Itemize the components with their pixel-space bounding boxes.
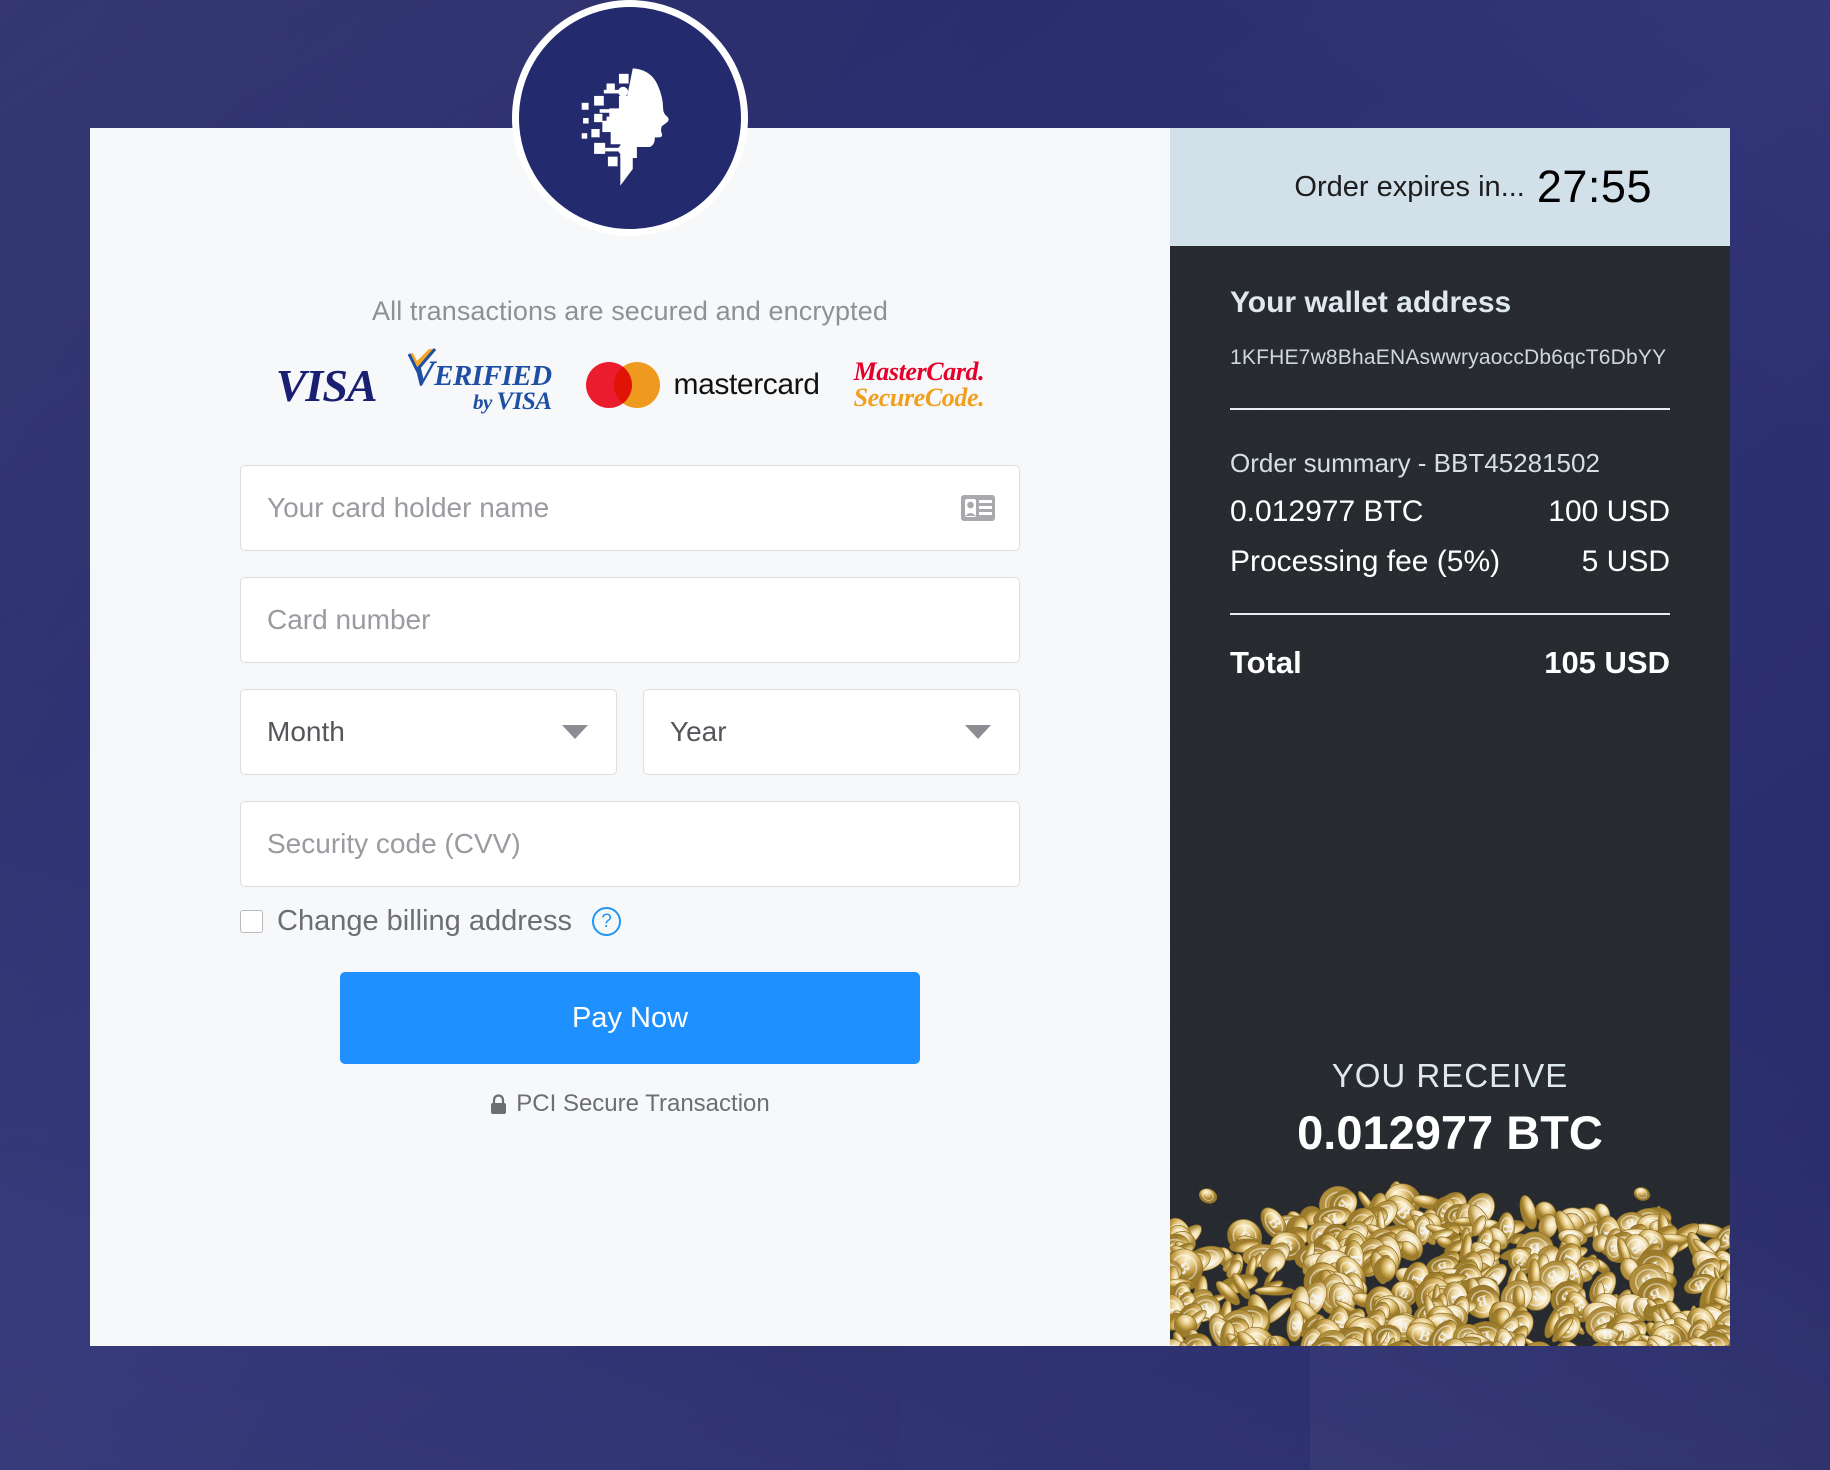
security-code-placeholder: Security code (CVV) — [267, 828, 521, 859]
mastercard-circles-icon — [585, 362, 660, 408]
order-total-label: Total — [1230, 645, 1302, 680]
pay-now-button[interactable]: Pay Now — [340, 972, 920, 1064]
digital-face-profile-icon — [581, 68, 669, 186]
card-holder-placeholder: Your card holder name — [267, 492, 550, 523]
summary-line-label: 0.012977 BTC — [1230, 495, 1424, 528]
verified-by-visa-logo: VERIFIED by VISA — [407, 347, 552, 416]
expiry-month-select[interactable]: Month — [240, 689, 617, 775]
accepted-card-brands: VISA VERIFIED by VISA mastercard MasterC… — [90, 347, 1170, 416]
divider — [1230, 408, 1670, 410]
secure-transactions-note: All transactions are secured and encrypt… — [372, 296, 888, 326]
order-total-row: Total 105 USD — [1230, 645, 1670, 681]
help-icon[interactable]: ? — [592, 907, 622, 936]
order-details: Your wallet address 1KFHE7w8BhaENAswwrya… — [1170, 246, 1730, 1346]
svg-text:B: B — [1603, 1327, 1613, 1342]
order-expiry-countdown: 27:55 — [1536, 161, 1652, 212]
summary-line-value: 100 USD — [1548, 495, 1670, 528]
brand-logo — [512, 0, 748, 236]
mastercard-logo: mastercard — [585, 362, 820, 408]
card-number-field[interactable]: Card number — [240, 577, 1020, 663]
visa-logo: VISA — [275, 359, 378, 412]
summary-line-item: Processing fee (5%) 5 USD — [1230, 545, 1670, 579]
pci-secure-label: PCI Secure Transaction — [516, 1090, 770, 1117]
change-billing-address-checkbox[interactable] — [240, 910, 263, 933]
order-expiry-label: Order expires in... — [1294, 170, 1525, 203]
order-summary-title: Order summary - BBT45281502 — [1230, 448, 1600, 478]
wallet-address-value[interactable]: 1KFHE7w8BhaENAswwryaoccDb6qcT6DbYY — [1230, 346, 1670, 370]
you-receive-block: YOU RECEIVE 0.012977 BTC — [1170, 1057, 1730, 1160]
change-billing-address-row[interactable]: Change billing address ? — [240, 905, 1020, 938]
mastercard-logo-text: mastercard — [673, 368, 820, 401]
expiry-year-value: Year — [670, 716, 727, 747]
checkout-card: All transactions are secured and encrypt… — [90, 0, 1730, 1346]
expiry-year-select[interactable]: Year — [643, 689, 1020, 775]
chevron-down-icon — [965, 725, 991, 739]
security-code-field[interactable]: Security code (CVV) — [240, 801, 1020, 887]
order-total-value: 105 USD — [1544, 645, 1670, 680]
divider — [1230, 613, 1670, 615]
securecode-line1: MasterCard. — [853, 357, 985, 386]
change-billing-address-label: Change billing address — [277, 905, 573, 937]
summary-line-label: Processing fee (5%) — [1230, 545, 1501, 578]
you-receive-label: YOU RECEIVE — [1331, 1057, 1569, 1094]
mastercard-securecode-logo: MasterCard. SecureCode. — [854, 359, 985, 411]
payment-form-pane: All transactions are secured and encrypt… — [90, 0, 1170, 1346]
summary-line-item: 0.012977 BTC 100 USD — [1230, 495, 1670, 529]
chevron-down-icon — [562, 725, 588, 739]
order-expiry-bar: Order expires in... 27:55 — [1170, 128, 1730, 246]
check-mark-icon — [407, 347, 436, 373]
expiry-row: Month Year — [240, 689, 1020, 775]
lock-icon — [491, 1093, 507, 1114]
card-number-placeholder: Card number — [267, 604, 431, 635]
you-receive-amount: 0.012977 BTC — [1297, 1106, 1603, 1159]
pci-secure-note: PCI Secure Transaction — [240, 1090, 1020, 1118]
order-summary-pane: Order expires in... 27:55 Your wallet ad… — [1170, 128, 1730, 1346]
visa-logo-text: VISA — [275, 359, 378, 411]
summary-line-value: 5 USD — [1581, 545, 1670, 578]
bitcoin-coin-pile-image: BBBBBBBBBBBBBBBBBBBBBBBBBBBBBBBBBBBBBBBB… — [1170, 1174, 1730, 1346]
card-holder-field[interactable]: Your card holder name — [240, 465, 1020, 551]
card-details-form: Your card holder name Card number Month — [90, 465, 1170, 1118]
wallet-address-title: Your wallet address — [1230, 286, 1512, 319]
securecode-line2: SecureCode. — [853, 383, 985, 412]
verified-by-visa-bottom: by VISA — [472, 388, 552, 416]
expiry-month-value: Month — [267, 716, 345, 747]
contact-card-icon — [961, 495, 995, 521]
